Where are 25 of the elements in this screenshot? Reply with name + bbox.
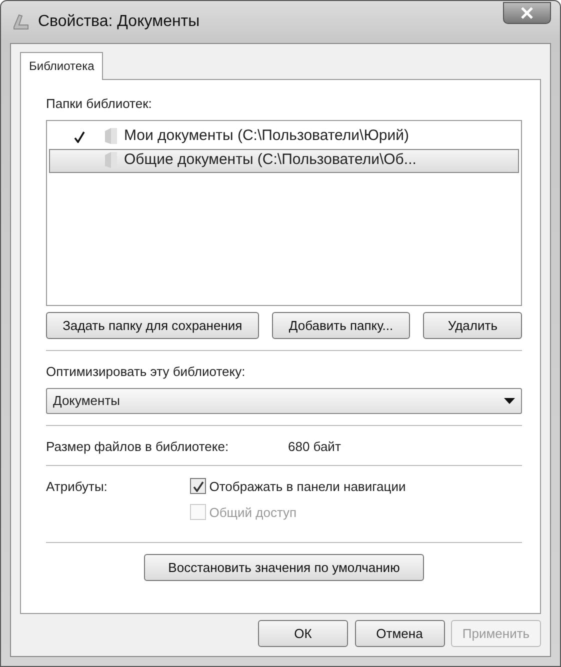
field-label: Размер файлов в библиотеке: xyxy=(46,438,230,456)
folder-item[interactable]: Общие документы (C:\Пользователи\Об... xyxy=(49,148,519,172)
size-value: 680 байт xyxy=(288,438,341,456)
tab[interactable]: Библиотека xyxy=(20,52,104,80)
folder-icon xyxy=(104,151,118,170)
folder-action-button[interactable]: Задать папку для сохранения xyxy=(46,312,259,339)
checkbox-label: Общий доступ xyxy=(209,504,297,522)
folder-action-button[interactable]: Добавить папку... xyxy=(272,312,410,339)
folder-icon xyxy=(104,127,118,146)
close-icon xyxy=(520,7,534,19)
library-type-dropdown[interactable]: Документы xyxy=(46,388,522,414)
field-label: Атрибуты: xyxy=(46,478,108,496)
restore-defaults-button[interactable]: Восстановить значения по умолчанию xyxy=(144,554,424,581)
window-title: Свойства: Документы xyxy=(38,12,200,32)
dialog-button[interactable]: Отмена xyxy=(354,620,444,647)
folder-list[interactable]: Мои документы (C:\Пользователи\Юрий) Общие документы (C:\Пользователи\Об... xyxy=(46,120,522,306)
close-button[interactable] xyxy=(503,2,551,24)
checkbox[interactable] xyxy=(190,478,206,494)
folder-action-button[interactable]: Удалить xyxy=(423,312,522,339)
dropdown-arrow-icon xyxy=(504,398,515,404)
checkbox-label: Отображать в панели навигации xyxy=(209,478,406,496)
dialog-button[interactable]: ОК xyxy=(258,620,348,647)
field-label: Оптимизировать эту библиотеку: xyxy=(46,363,246,381)
field-label: Папки библиотек: xyxy=(46,95,152,113)
folder-item[interactable]: Мои документы (C:\Пользователи\Юрий) xyxy=(49,124,519,148)
